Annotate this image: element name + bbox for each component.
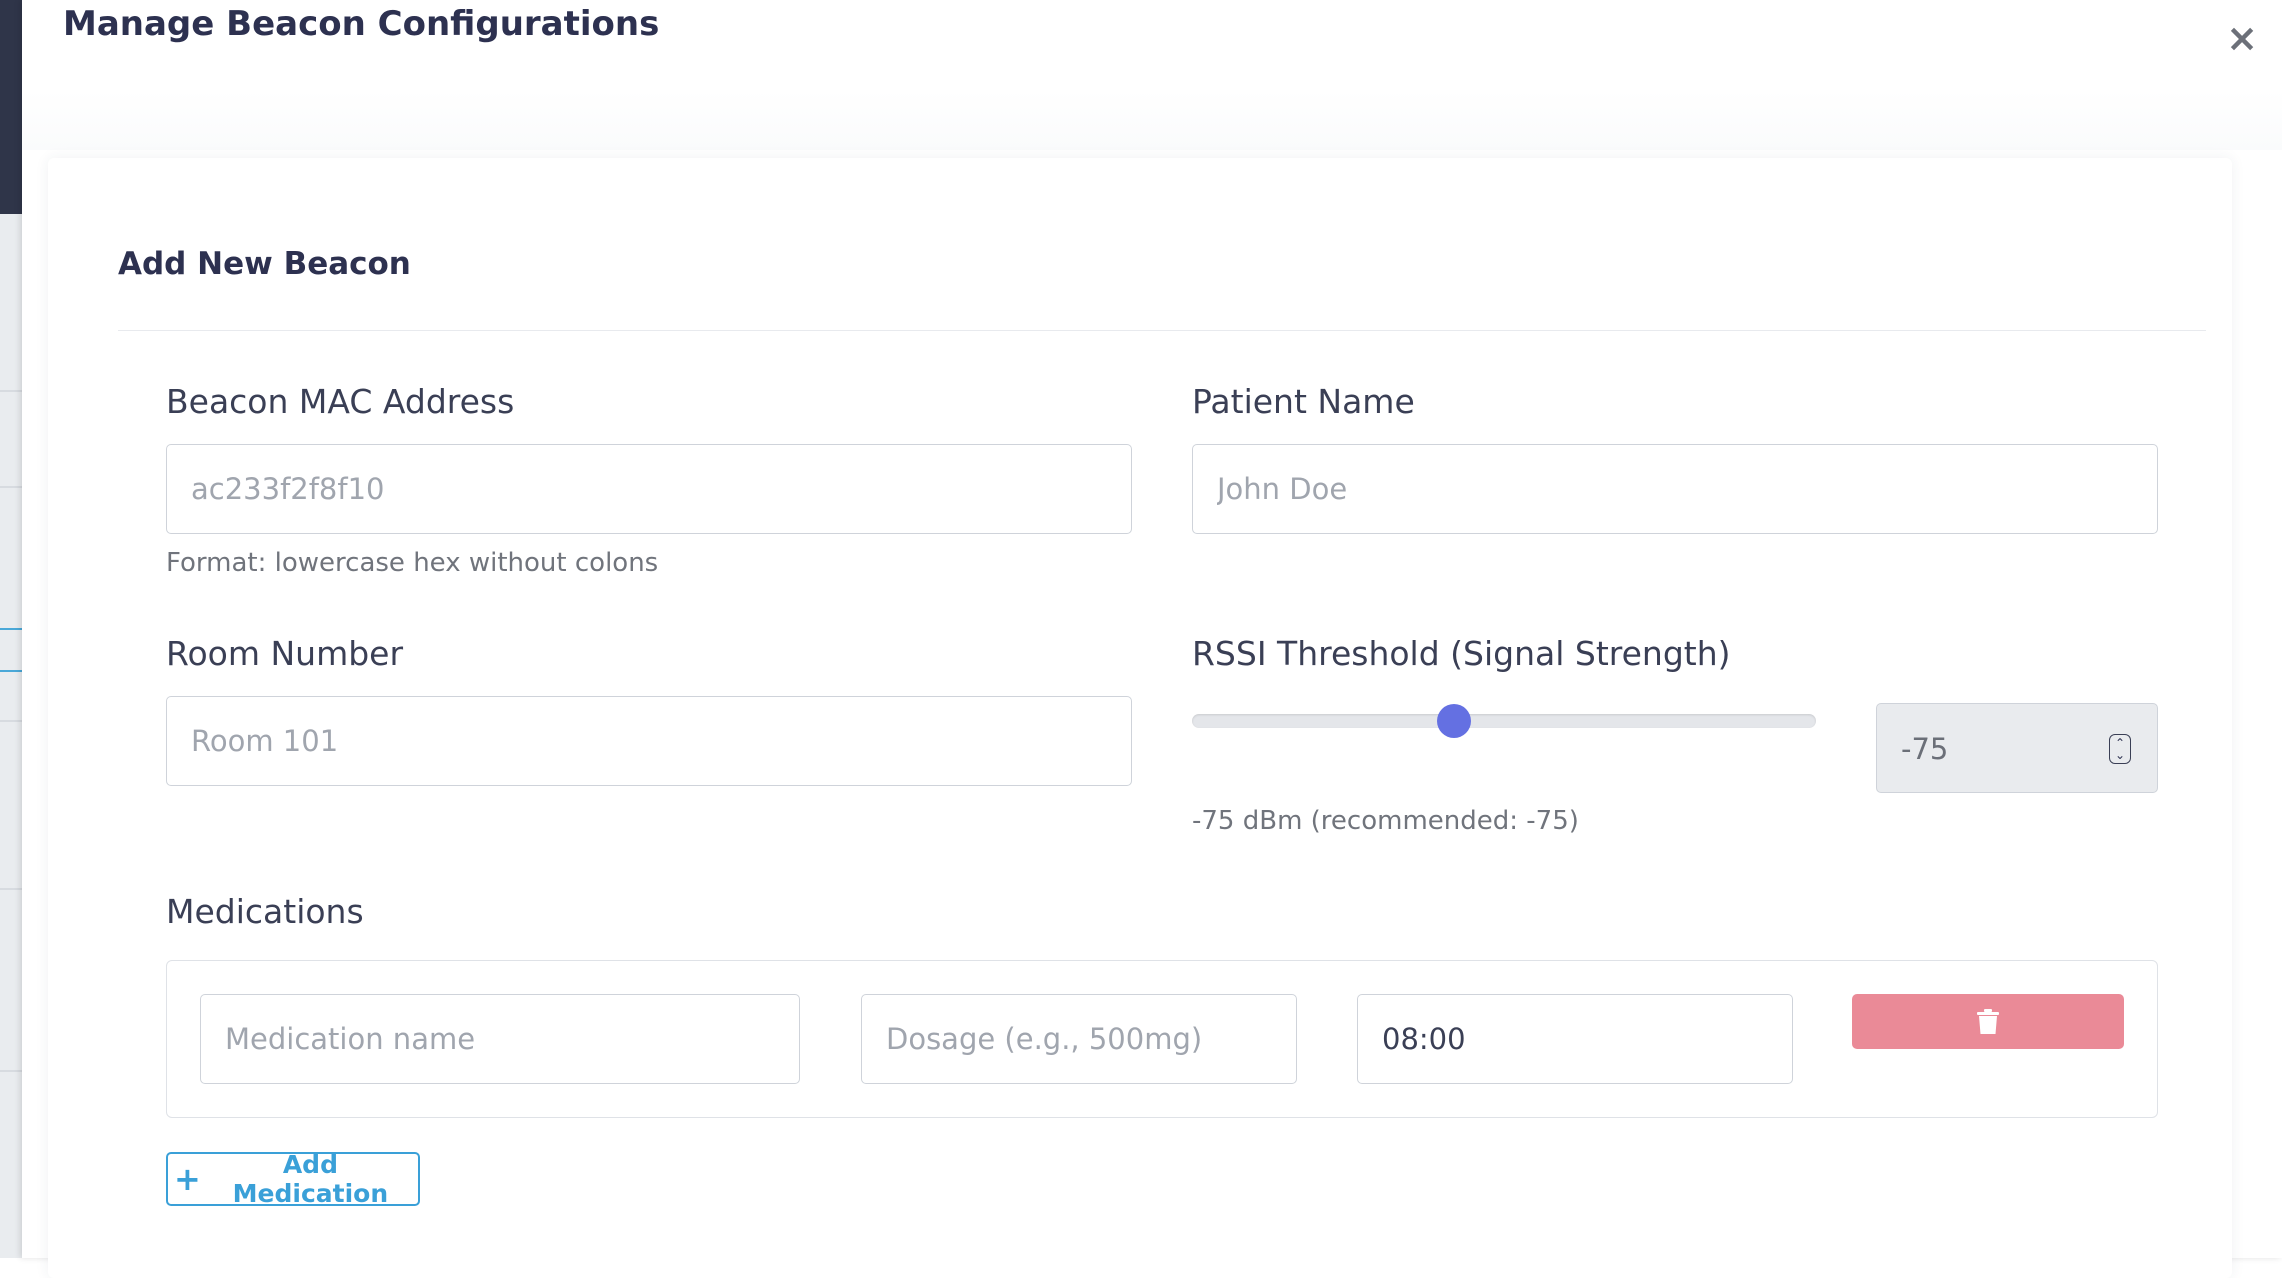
- rssi-help: -75 dBm (recommended: -75): [1192, 806, 1579, 836]
- rssi-slider-track[interactable]: [1192, 714, 1816, 728]
- background-header-sliver: [0, 0, 22, 214]
- background-active-row: [0, 628, 22, 672]
- card-divider: [118, 330, 2206, 331]
- close-icon: ×: [2226, 16, 2258, 60]
- medication-name-input[interactable]: [200, 994, 800, 1084]
- medication-dosage-input[interactable]: [861, 994, 1297, 1084]
- rssi-slider-thumb[interactable]: [1437, 704, 1472, 738]
- modal-title: Manage Beacon Configurations: [63, 4, 660, 44]
- add-medication-label: Add Medication: [232, 1150, 389, 1208]
- mac-address-input[interactable]: [166, 444, 1132, 534]
- medication-time-input[interactable]: [1357, 994, 1793, 1084]
- add-medication-button[interactable]: + Add Medication: [166, 1150, 420, 1208]
- background-divider: [0, 486, 22, 488]
- plus-icon: +: [174, 1160, 201, 1198]
- room-number-input[interactable]: [166, 696, 1132, 786]
- mac-address-help: Format: lowercase hex without colons: [166, 548, 659, 578]
- mac-address-label: Beacon MAC Address: [166, 382, 515, 421]
- background-divider: [0, 390, 22, 392]
- background-app-edge: [0, 0, 22, 1258]
- background-divider: [0, 888, 22, 890]
- trash-icon: [1977, 1008, 1999, 1034]
- rssi-number-value: -75: [1901, 732, 1949, 766]
- close-button[interactable]: ×: [2222, 16, 2262, 60]
- medications-label: Medications: [166, 892, 364, 931]
- delete-medication-button[interactable]: [1852, 994, 2124, 1049]
- spinner-arrows-icon[interactable]: ⌃ ⌄: [2109, 734, 2131, 764]
- card-title: Add New Beacon: [118, 246, 411, 282]
- modal-header: Manage Beacon Configurations ×: [22, 0, 2282, 150]
- patient-name-label: Patient Name: [1192, 382, 1415, 421]
- patient-name-input[interactable]: [1192, 444, 2158, 534]
- background-divider: [0, 720, 22, 722]
- rssi-threshold-label: RSSI Threshold (Signal Strength): [1192, 634, 1731, 673]
- room-number-label: Room Number: [166, 634, 404, 673]
- rssi-number-input[interactable]: -75 ⌃ ⌄: [1876, 703, 2158, 793]
- background-divider: [0, 1070, 22, 1072]
